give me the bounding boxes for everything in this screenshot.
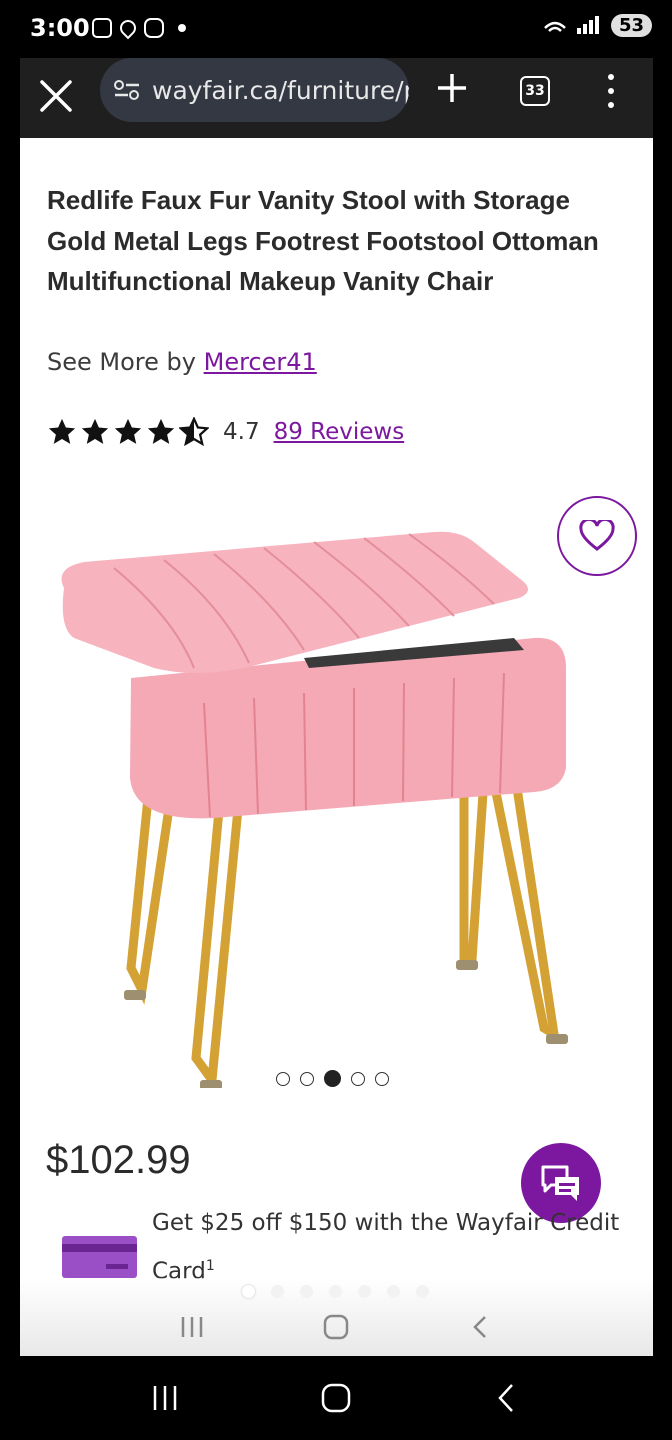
home-icon[interactable] [322,1313,350,1341]
carousel-dot-active[interactable] [324,1070,341,1087]
back-icon[interactable] [491,1382,523,1414]
brand-link[interactable]: Mercer41 [204,348,317,376]
star-icon [48,418,76,444]
star-rating [47,417,209,447]
status-bar: 3:00 53 [0,0,672,58]
credit-card-icon [62,1236,137,1278]
page-indicator [242,1285,429,1298]
star-icon [147,418,175,444]
star-half-icon [179,417,209,447]
status-time: 3:00 [30,14,90,42]
web-page: Redlife Faux Fur Vanity Stool with Stora… [20,138,653,1356]
product-image[interactable] [54,528,584,1088]
browser-toolbar: wayfair.ca/furniture/pdp 33 [20,58,653,138]
page-dot [416,1285,429,1298]
favorite-button[interactable] [557,496,637,576]
instagram-icon [144,18,164,38]
carousel-dot[interactable] [375,1071,389,1086]
notification-dot-icon [178,24,186,32]
signal-icon [544,15,599,34]
url-text[interactable]: wayfair.ca/furniture/pdp [152,76,409,105]
page-dot [358,1285,371,1298]
rating-value: 4.7 [223,419,260,445]
see-more-row: See More by Mercer41 [47,348,317,376]
page-dot [387,1285,400,1298]
tab-switcher-button[interactable]: 33 [520,76,550,106]
page-dot [329,1285,342,1298]
status-icons-left [92,16,186,40]
system-nav-bar [0,1356,672,1440]
location-icon [116,16,140,40]
page-dot-active [242,1285,255,1298]
address-bar[interactable]: wayfair.ca/furniture/pdp [100,58,409,122]
footnote-marker: 1 [205,1258,215,1274]
plus-icon[interactable] [436,72,468,104]
heart-icon [579,520,615,551]
recents-icon[interactable] [149,1382,181,1414]
star-icon [81,418,109,444]
product-price: $102.99 [46,1138,191,1182]
carousel-dot[interactable] [276,1071,290,1086]
screenshot-icon [92,18,112,38]
page-dot [300,1285,313,1298]
reviews-link[interactable]: 89 Reviews [274,419,405,445]
battery-indicator: 53 [610,14,652,37]
status-icons-right: 53 [543,14,652,37]
close-icon[interactable] [38,78,74,114]
rating-row[interactable]: 4.7 89 Reviews [47,417,404,447]
more-vertical-icon[interactable] [604,74,618,108]
recents-icon[interactable] [178,1313,206,1341]
product-title: Redlife Faux Fur Vanity Stool with Stora… [47,185,599,296]
see-more-label: See More by [47,348,196,376]
image-carousel-dots[interactable] [276,1070,389,1087]
chat-icon [541,1165,579,1201]
page-dot [271,1285,284,1298]
back-icon[interactable] [467,1313,495,1341]
tune-icon[interactable] [114,79,140,101]
promo-line: Get $25 off $150 with the Wayfair Credit [152,1210,620,1236]
star-icon [114,418,142,444]
carousel-dot[interactable] [300,1071,314,1086]
home-icon[interactable] [320,1382,352,1414]
inner-nav-bar [20,1298,653,1356]
carousel-dot[interactable] [351,1071,365,1086]
